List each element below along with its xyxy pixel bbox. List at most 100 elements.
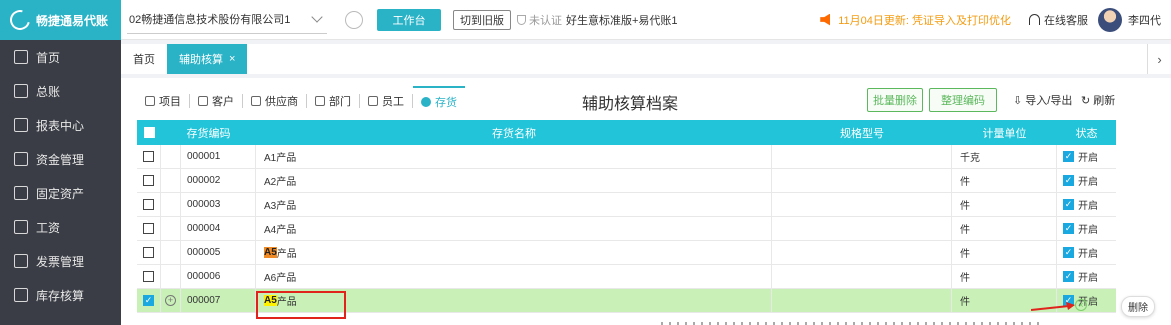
row-checkbox[interactable]	[137, 169, 161, 192]
sidebar-item-3[interactable]: 资金管理	[0, 142, 121, 176]
cell-spec[interactable]	[772, 169, 952, 192]
app-logo[interactable]: 畅捷通易代账	[0, 0, 121, 40]
page-tabs: 首页 辅助核算 × ›	[121, 44, 1171, 74]
user-menu[interactable]: 李四代	[1098, 7, 1161, 32]
status-checkbox[interactable]: ✓	[1063, 175, 1074, 186]
table-row[interactable]: 000006 A6产品 件 ✓ 开启	[137, 265, 1116, 289]
cell-unit[interactable]: 千克	[952, 145, 1057, 168]
cell-code: 000002	[181, 169, 256, 192]
row-checkbox[interactable]	[137, 217, 161, 240]
warehouse-icon	[14, 288, 28, 302]
cell-name[interactable]: A5 产品	[256, 241, 772, 264]
status-checkbox[interactable]: ✓	[1063, 151, 1074, 162]
cell-code: 000005	[181, 241, 256, 264]
tab-archive-0[interactable]: 项目	[137, 86, 189, 116]
row-delete-icon[interactable]: ×	[1075, 299, 1087, 311]
row-checkbox[interactable]	[137, 241, 161, 264]
cell-spec[interactable]	[772, 193, 952, 216]
cell-status[interactable]: ✓ 开启	[1057, 241, 1116, 264]
sidebar-item-label: 报表中心	[36, 118, 85, 133]
batch-delete-button[interactable]: 批量删除	[867, 88, 923, 112]
company-select[interactable]: 02畅捷通信息技术股份有限公司1	[127, 6, 327, 34]
row-checkbox[interactable]	[137, 145, 161, 168]
cell-status[interactable]: ✓ 开启	[1057, 169, 1116, 192]
tab-home[interactable]: 首页	[121, 44, 167, 74]
status-label: 开启	[1078, 177, 1098, 188]
select-all-checkbox[interactable]	[137, 120, 161, 145]
cell-name[interactable]: A1产品	[256, 145, 772, 168]
tab-archive-2[interactable]: 供应商	[243, 86, 306, 116]
cell-spec[interactable]	[772, 289, 952, 312]
cell-name-text: 产品	[276, 249, 297, 260]
cell-status[interactable]: ✓ 开启	[1057, 193, 1116, 216]
cell-name-text: A1产品	[264, 153, 297, 164]
cell-unit[interactable]: 件	[952, 217, 1057, 240]
close-icon[interactable]: ×	[229, 53, 235, 65]
sidebar-item-6[interactable]: 发票管理	[0, 244, 121, 278]
cell-status[interactable]: ✓ 开启	[1057, 265, 1116, 288]
annotation-arrow	[1031, 302, 1075, 311]
document-icon[interactable]	[345, 10, 363, 29]
status-checkbox[interactable]: ✓	[1063, 247, 1074, 258]
workbench-button[interactable]: 工作台	[377, 8, 441, 31]
inventory-table: 存货编码 存货名称 规格型号 计量单位 状态 000001 A1产品 千克 ✓ 开启 00…	[137, 120, 1116, 313]
sidebar-item-4[interactable]: 固定资产	[0, 176, 121, 210]
shield-icon	[517, 14, 526, 25]
tab-aux-accounting[interactable]: 辅助核算 ×	[167, 44, 248, 74]
table-row[interactable]: 000002 A2产品 件 ✓ 开启	[137, 169, 1116, 193]
cell-spec[interactable]	[772, 241, 952, 264]
switch-old-version-button[interactable]: 切到旧版	[453, 9, 511, 30]
auth-status[interactable]: 未认证	[517, 12, 562, 28]
tab-archive-1[interactable]: 客户	[190, 86, 242, 116]
table-row[interactable]: 000005 A5 产品 件 ✓ 开启	[137, 241, 1116, 265]
cell-status[interactable]: ✓ 开启	[1057, 145, 1116, 168]
cell-unit[interactable]: 件	[952, 241, 1057, 264]
sidebar-item-5[interactable]: 工资	[0, 210, 121, 244]
cell-name[interactable]: A2产品	[256, 169, 772, 192]
cell-spec[interactable]	[772, 217, 952, 240]
cell-spec[interactable]	[772, 265, 952, 288]
status-checkbox[interactable]: ✓	[1063, 199, 1074, 210]
add-row-icon[interactable]: +	[165, 295, 176, 306]
cell-code: 000001	[181, 145, 256, 168]
sidebar-item-0[interactable]: 首页	[0, 40, 121, 74]
cell-name[interactable]: A3产品	[256, 193, 772, 216]
organize-code-button[interactable]: 整理编码	[929, 88, 997, 112]
cell-status[interactable]: ✓ 开启	[1057, 217, 1116, 240]
cell-unit[interactable]: 件	[952, 193, 1057, 216]
row-add-cell[interactable]: +	[161, 289, 181, 312]
user-icon	[198, 96, 208, 106]
department-icon	[315, 96, 325, 106]
sidebar-item-7[interactable]: 库存核算	[0, 278, 121, 312]
sidebar-item-2[interactable]: 报表中心	[0, 108, 121, 142]
table-row[interactable]: 000004 A4产品 件 ✓ 开启	[137, 217, 1116, 241]
tab-archive-5[interactable]: 存货	[413, 86, 465, 116]
update-notice[interactable]: 11月04日更新: 凭证导入及打印优化	[820, 12, 1011, 28]
status-checkbox[interactable]: ✓	[1063, 223, 1074, 234]
import-export-button[interactable]: ⇩ 导入/导出	[1013, 92, 1072, 108]
edition-label: 好生意标准版+易代账1	[566, 14, 678, 27]
table-row[interactable]: 000003 A3产品 件 ✓ 开启	[137, 193, 1116, 217]
row-checkbox[interactable]: ✓	[137, 289, 161, 312]
header-code: 存货编码	[186, 127, 231, 140]
tab-archive-3[interactable]: 部门	[307, 86, 359, 116]
cell-spec[interactable]	[772, 145, 952, 168]
sidebar-item-label: 总账	[36, 84, 61, 99]
cell-unit[interactable]: 件	[952, 265, 1057, 288]
refresh-button[interactable]: ↻ 刷新	[1081, 92, 1115, 108]
status-label: 开启	[1078, 153, 1098, 164]
status-label: 开启	[1078, 249, 1098, 260]
row-checkbox[interactable]	[137, 193, 161, 216]
row-checkbox[interactable]	[137, 265, 161, 288]
cell-name[interactable]: A6产品	[256, 265, 772, 288]
chevron-right-icon[interactable]: ›	[1147, 44, 1171, 74]
tab-archive-4[interactable]: 员工	[360, 86, 412, 116]
status-checkbox[interactable]: ✓	[1063, 271, 1074, 282]
online-service-link[interactable]: 在线客服	[1029, 12, 1088, 28]
cell-unit[interactable]: 件	[952, 169, 1057, 192]
cell-name[interactable]: A4产品	[256, 217, 772, 240]
cell-code: 000003	[181, 193, 256, 216]
top-bar: 02畅捷通信息技术股份有限公司1 工作台 切到旧版 未认证 好生意标准版+易代账…	[121, 0, 1171, 40]
table-row[interactable]: 000001 A1产品 千克 ✓ 开启	[137, 145, 1116, 169]
sidebar-item-1[interactable]: 总账	[0, 74, 121, 108]
